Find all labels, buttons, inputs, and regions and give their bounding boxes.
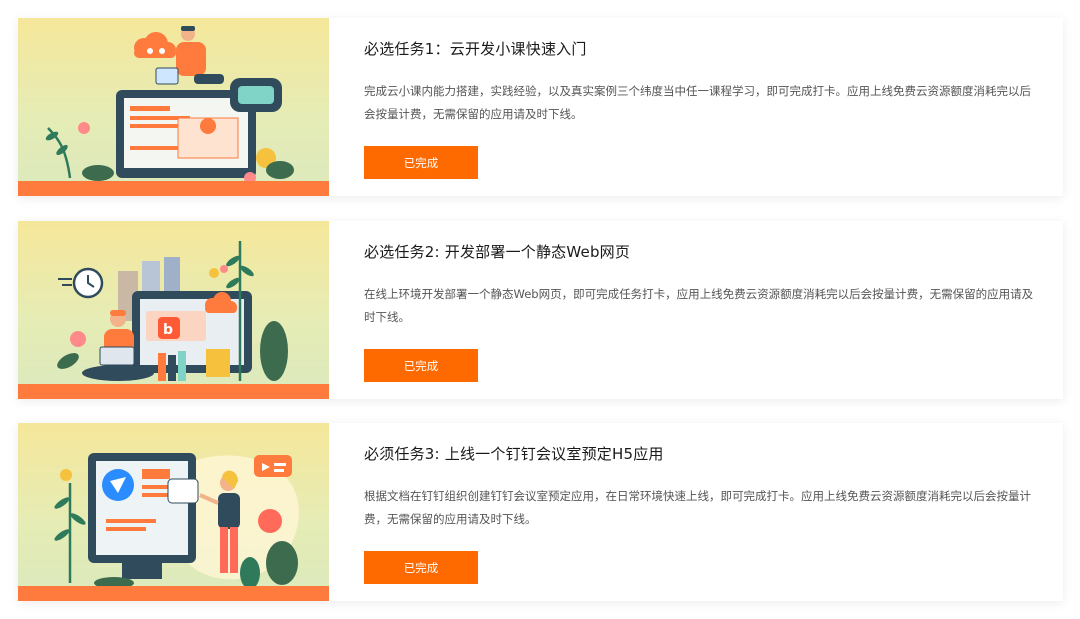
task-card: 必须任务3: 上线一个钉钉会议室预定H5应用 根据文档在钉钉组织创建钉钉会议室预… [18,423,1063,601]
task-description: 根据文档在钉钉组织创建钉钉会议室预定应用，在日常环境快速上线，即可完成打卡。应用… [364,489,1031,526]
task-title: 必选任务1：云开发小课快速入门 [364,40,587,58]
task-title: 必选任务2: 开发部署一个静态Web网页 [364,243,631,261]
task-card: 必选任务1：云开发小课快速入门 完成云小课内能力搭建，实践经验，以及真实案例三个… [18,18,1063,196]
task-content: 必选任务1：云开发小课快速入门 完成云小课内能力搭建，实践经验，以及真实案例三个… [329,18,1063,196]
illustration-base-strip [18,181,329,196]
task-illustration [18,18,329,196]
task-content: 必选任务2: 开发部署一个静态Web网页 在线上环境开发部署一个静态Web网页，… [329,221,1063,399]
task-description: 完成云小课内能力搭建，实践经验，以及真实案例三个纬度当中任一课程学习，即可完成打… [364,84,1031,121]
illustration-base-strip [18,586,329,601]
task-content: 必须任务3: 上线一个钉钉会议室预定H5应用 根据文档在钉钉组织创建钉钉会议室预… [329,423,1063,601]
dingtalk-meeting-app-illustration [54,453,299,589]
developer-laptop-cloud-illustration [45,26,294,184]
illustration-base-strip [18,384,329,399]
completed-button[interactable]: 已完成 [364,146,478,179]
task-illustration [18,423,329,601]
completed-button[interactable]: 已完成 [364,349,478,382]
web-page-deploy-illustration: b [57,241,288,381]
task-description: 在线上环境开发部署一个静态Web网页，即可完成任务打卡，应用上线免费云资源额度消… [364,287,1034,324]
task-title: 必须任务3: 上线一个钉钉会议室预定H5应用 [364,445,664,463]
completed-button[interactable]: 已完成 [364,551,478,584]
svg-text:b: b [163,322,173,338]
task-illustration: b [18,221,329,399]
task-card: b 必选任务2: 开发部署一个静态Web网页 在线上环境开发部署一个静态Web网… [18,221,1063,399]
